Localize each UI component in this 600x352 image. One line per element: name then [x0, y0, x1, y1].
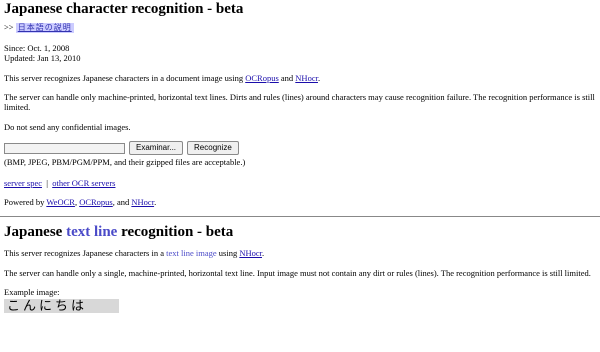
limits-text: The server can handle only machine-print…: [4, 92, 595, 113]
section2-title-highlight: text line: [66, 224, 118, 241]
page: Japanese character recognition - beta >>…: [0, 0, 600, 207]
section-divider: [0, 216, 600, 218]
weocr-link[interactable]: WeOCR: [46, 197, 75, 207]
intro-text-start: This server recognizes Japanese characte…: [4, 72, 246, 83]
lang-prefix: >>: [4, 22, 14, 32]
nhocr-link[interactable]: NHocr: [295, 73, 318, 83]
ocropus-link[interactable]: OCRopus: [245, 73, 279, 83]
example-image-label: Example image:: [4, 286, 60, 297]
ocropus-link-2[interactable]: OCRopus: [79, 197, 113, 207]
file-path-input[interactable]: [4, 142, 125, 154]
intro-text: This server recognizes Japanese characte…: [4, 73, 596, 83]
since-text: Since: Oct. 1, 2008: [4, 43, 70, 53]
nhocr-link-2[interactable]: NHocr: [131, 197, 154, 207]
using-text: using: [216, 248, 240, 259]
section2-title-end: recognition - beta: [117, 224, 234, 241]
period: .: [317, 72, 321, 83]
other-ocr-servers-link[interactable]: other OCR servers: [52, 178, 115, 188]
link-separator: |: [46, 177, 48, 188]
japanese-description-link[interactable]: 日本語の説明: [15, 23, 74, 33]
section2-intro: This server recognizes Japanese characte…: [4, 248, 596, 258]
browse-button[interactable]: Examinar...: [129, 141, 184, 156]
section2-title-start: Japanese: [4, 224, 67, 241]
accepted-formats-text: (BMP, JPEG, PBM/PGM/PPM, and their gzipp…: [4, 157, 246, 168]
section2-title: Japanese text line recognition - beta: [4, 223, 596, 241]
server-spec-link[interactable]: server spec: [4, 178, 42, 188]
nhocr-link-3[interactable]: NHocr: [239, 248, 262, 258]
confidential-warning: Do not send any confidential images.: [4, 121, 131, 132]
section2-intro-start: This server recognizes Japanese characte…: [4, 248, 167, 259]
period: .: [262, 248, 265, 259]
powered-by-label: Powered by: [4, 196, 47, 207]
section2-limits: The server can handle only a single, mac…: [4, 267, 591, 278]
and-text: and: [278, 72, 296, 83]
text-line-section: Japanese text line recognition - beta Th…: [0, 223, 600, 297]
recognize-button[interactable]: Recognize: [187, 141, 239, 156]
powered-by-text: Powered by WeOCR, OCRopus, and NHocr.: [4, 197, 596, 207]
period: .: [154, 196, 157, 207]
links-row: server spec | other OCR servers: [4, 178, 596, 188]
example-image: こんにちは: [4, 299, 119, 314]
language-line: >> 日本語の説明: [4, 22, 596, 33]
updated-text: Updated: Jan 13, 2010: [4, 53, 81, 64]
upload-form: Examinar... Recognize: [4, 141, 596, 156]
text-line-image-link[interactable]: text line image: [166, 248, 217, 258]
comma-and: , and: [112, 196, 132, 207]
page-title: Japanese character recognition - beta: [4, 1, 244, 17]
